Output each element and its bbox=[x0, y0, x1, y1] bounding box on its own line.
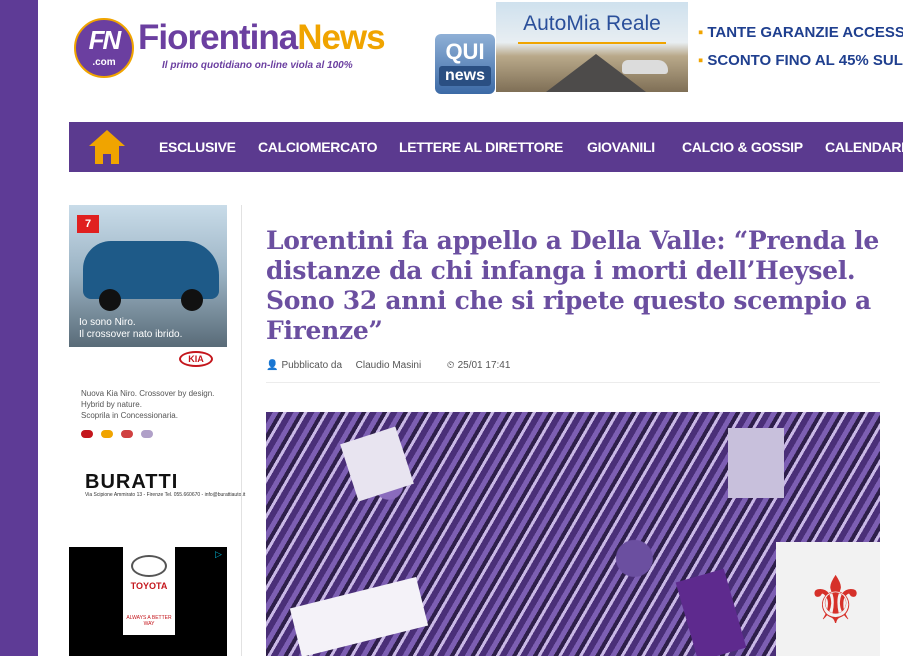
partner-logo-icon bbox=[121, 430, 133, 438]
kia-car-wheel bbox=[99, 289, 121, 311]
home-icon[interactable] bbox=[89, 130, 125, 164]
article: Lorentini fa appello a Della Valle: “Pre… bbox=[266, 226, 880, 383]
article-photo: ⚜ bbox=[266, 412, 880, 656]
kia-copy-line: Nuova Kia Niro. Crossover by design. bbox=[81, 389, 215, 398]
logo-wordmark-part2: News bbox=[297, 18, 385, 57]
ad-title-underline bbox=[518, 42, 666, 44]
page-left-border bbox=[0, 0, 38, 656]
meta-divider bbox=[266, 382, 880, 383]
nav-item-esclusive[interactable]: ESCLUSIVE bbox=[159, 122, 236, 172]
article-datetime: 25/01 17:41 bbox=[457, 360, 511, 371]
ad-bullet-icon: ▪ bbox=[698, 52, 704, 69]
ad-banner-line-1: ▪ TANTE GARANZIE ACCESSO bbox=[698, 24, 903, 41]
photo-flag bbox=[340, 426, 414, 502]
kia-ad-line-2: Il crossover nato ibrido. bbox=[79, 329, 183, 340]
partner-logo-icon bbox=[101, 430, 113, 438]
author-link[interactable]: Claudio Masini bbox=[356, 360, 422, 371]
kia-car-wheel bbox=[181, 289, 203, 311]
article-meta: 👤 Pubblicato da Claudio Masini ⏲ 25/01 17:… bbox=[266, 360, 880, 374]
toyota-card: TOYOTA ALWAYS A BETTER WAY bbox=[123, 547, 175, 635]
kia-ad-line-1: Io sono Niro. bbox=[79, 317, 136, 328]
ad-banner-line-2: ▪ SCONTO FINO AL 45% SUL bbox=[698, 52, 903, 69]
ad-car-graphic bbox=[622, 60, 668, 74]
ad-banner-line-1-text: TANTE GARANZIE ACCESSO bbox=[707, 24, 903, 41]
nav-item-calendario[interactable]: CALENDARIO bbox=[825, 122, 903, 172]
logo-mark-letters: FN bbox=[88, 25, 122, 55]
kia-copy-line: Scoprila in Concessionaria. bbox=[81, 411, 178, 420]
nav-item-calciomercato[interactable]: CALCIOMERCATO bbox=[258, 122, 378, 172]
site-logo[interactable]: FN .com FiorentinaNews Il primo quotidia… bbox=[74, 16, 495, 94]
article-headline: Lorentini fa appello a Della Valle: “Pre… bbox=[266, 226, 879, 345]
logo-mark: FN .com bbox=[74, 18, 134, 78]
photo-flag bbox=[675, 568, 747, 656]
qui-news-badge-top: QUI bbox=[445, 39, 485, 64]
toyota-name: TOYOTA bbox=[130, 581, 168, 591]
ad-banner-image: AutoMia Reale bbox=[496, 2, 688, 92]
qui-news-badge[interactable]: QUI news bbox=[435, 34, 495, 94]
kia-ad[interactable]: 7 Io sono Niro. Il crossover nato ibrido… bbox=[69, 205, 227, 375]
buratti-ad-address: Via Scipione Ammirato 13 - Firenze Tel. … bbox=[85, 492, 246, 498]
nav-item-giovanili[interactable]: GIOVANILI bbox=[587, 122, 655, 172]
top-ad-banner[interactable]: AutoMia Reale ▪ TANTE GARANZIE ACCESSO ▪ S… bbox=[496, 2, 903, 92]
user-icon: 👤 bbox=[266, 360, 279, 371]
clock-icon: ⏲ bbox=[446, 360, 455, 371]
adchoices-icon[interactable]: ▷ bbox=[215, 549, 225, 559]
ad-banner-line-2-text: SCONTO FINO AL 45% SUL bbox=[707, 52, 903, 69]
nav-item-lettere-al-direttore[interactable]: LETTERE AL DIRETTORE bbox=[399, 122, 563, 172]
logo-wordmark: FiorentinaNews bbox=[138, 16, 386, 60]
partner-logo-icon bbox=[81, 430, 93, 438]
toyota-ad[interactable]: TOYOTA ALWAYS A BETTER WAY ▷ bbox=[69, 547, 227, 656]
kia-logo-icon: KIA bbox=[179, 351, 213, 367]
fleur-de-lis-icon: ⚜ bbox=[806, 563, 866, 637]
photo-flag bbox=[289, 577, 429, 656]
main-nav: ESCLUSIVE CALCIOMERCATO LETTERE AL DIRET… bbox=[69, 122, 903, 172]
site-header: FN .com FiorentinaNews Il primo quotidia… bbox=[38, 0, 903, 110]
qui-news-badge-bottom: news bbox=[439, 66, 491, 86]
logo-tagline: Il primo quotidiano on-line viola al 100… bbox=[162, 60, 353, 71]
partner-logo-icon bbox=[141, 430, 153, 438]
buratti-ad-logo[interactable]: BURATTI bbox=[85, 471, 178, 494]
published-label: Pubblicato da bbox=[281, 360, 343, 371]
ad-banner-title: AutoMia Reale bbox=[523, 12, 661, 35]
ad-bullet-icon: ▪ bbox=[698, 24, 704, 41]
kia-warranty-badge: 7 bbox=[77, 215, 99, 233]
logo-wordmark-part1: Fiorentina bbox=[138, 18, 298, 57]
photo-banner bbox=[728, 428, 784, 498]
nav-item-calcio-gossip[interactable]: CALCIO & GOSSIP bbox=[682, 122, 803, 172]
kia-partner-logos bbox=[81, 425, 161, 443]
toyota-emblem-icon bbox=[131, 555, 167, 577]
column-divider bbox=[241, 205, 242, 656]
logo-mark-domain: .com bbox=[92, 57, 116, 68]
toyota-tagline: ALWAYS A BETTER WAY bbox=[126, 615, 172, 627]
kia-ad-copy: Nuova Kia Niro. Crossover by design. Hyb… bbox=[81, 388, 231, 421]
kia-copy-line: Hybrid by nature. bbox=[81, 400, 142, 409]
